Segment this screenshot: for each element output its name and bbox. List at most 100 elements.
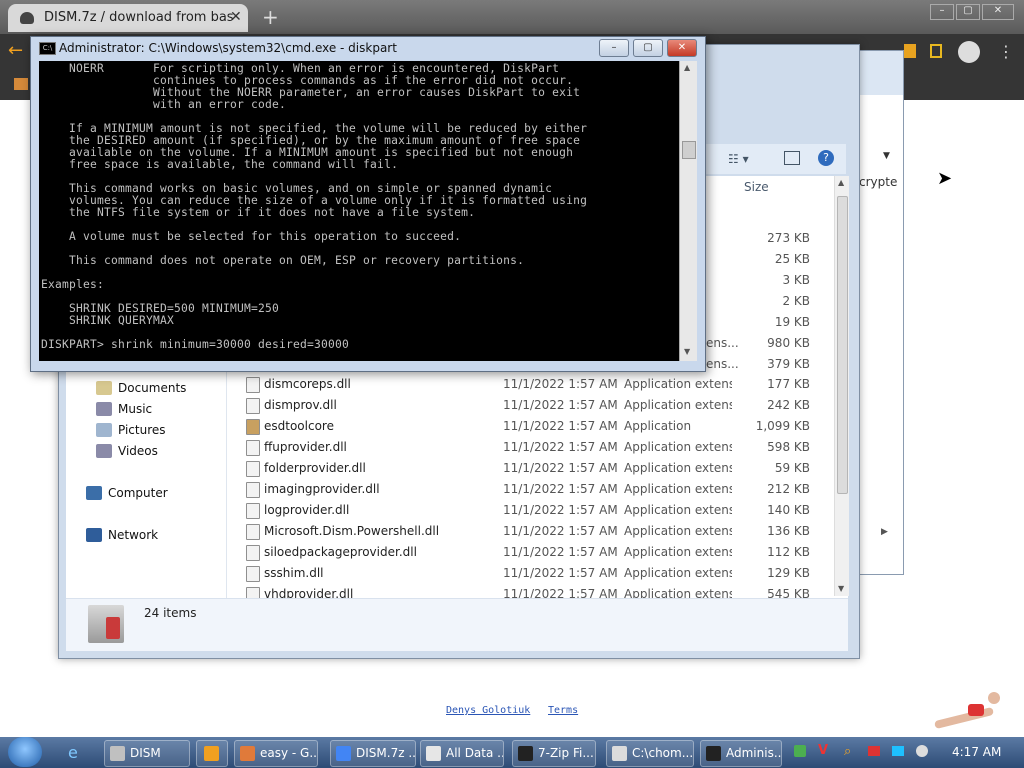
file-name: folderprovider.dll: [264, 461, 366, 475]
nav-item-label: Computer: [108, 486, 168, 500]
author-link[interactable]: Denys Golotiuk: [446, 705, 530, 716]
taskbar-button[interactable]: easy - G...: [234, 740, 318, 767]
nav-item-documents[interactable]: Documents: [96, 378, 186, 398]
preview-pane-icon[interactable]: [784, 151, 800, 165]
column-header-crypte[interactable]: crypte: [859, 175, 897, 189]
file-type: Application extens...: [624, 587, 732, 598]
file-type-cell: ens...: [706, 357, 739, 371]
minimize-window-icon[interactable]: –: [930, 4, 954, 20]
nav-item-pictures[interactable]: Pictures: [96, 420, 166, 440]
file-row[interactable]: vhdprovider.dll 11/1/2022 1:57 AM Applicat…: [240, 584, 830, 598]
console-scroll-down-icon[interactable]: ▼: [684, 347, 690, 356]
view-options-icon[interactable]: ☷ ▾: [728, 152, 749, 166]
file-name: esdtoolcore: [264, 419, 334, 433]
scrollbar-thumb[interactable]: [837, 196, 848, 494]
file-icon: [246, 377, 260, 393]
tray-volume-icon[interactable]: [916, 745, 928, 757]
bookmark-icon[interactable]: [14, 78, 28, 90]
column-header-size[interactable]: Size: [744, 180, 769, 194]
nav-item-music[interactable]: Music: [96, 399, 152, 419]
column-header-row: Size: [704, 176, 836, 199]
file-name: imagingprovider.dll: [264, 482, 380, 496]
taskbar-button[interactable]: Adminis...: [700, 740, 782, 767]
documents-icon: [96, 381, 112, 395]
file-row[interactable]: ssshim.dll 11/1/2022 1:57 AM Application e…: [240, 563, 830, 584]
taskbar-button[interactable]: All Data ...: [420, 740, 504, 767]
taskbar-app-icon: [518, 746, 533, 761]
tray-v-icon[interactable]: V: [818, 743, 828, 758]
taskbar-button[interactable]: DISM: [104, 740, 190, 767]
vertical-scrollbar[interactable]: ▲ ▼: [834, 176, 849, 596]
taskbar-button[interactable]: 7-Zip Fi...: [512, 740, 596, 767]
file-size-cell: 379 KB: [767, 357, 810, 371]
tray-display-icon[interactable]: [892, 746, 904, 756]
file-row[interactable]: logprovider.dll 11/1/2022 1:57 AM Applicat…: [240, 500, 830, 521]
console-scroll-up-icon[interactable]: ▲: [684, 63, 690, 72]
new-tab-button[interactable]: +: [262, 5, 279, 29]
help-icon[interactable]: ?: [818, 150, 834, 166]
nav-item-label: Pictures: [118, 423, 166, 437]
file-row[interactable]: siloedpackageprovider.dll 11/1/2022 1:57 …: [240, 542, 830, 563]
taskbar-button[interactable]: DISM.7z ...: [330, 740, 416, 767]
file-row[interactable]: esdtoolcore 11/1/2022 1:57 AM Application 1…: [240, 416, 830, 437]
console-output[interactable]: NOERR For scripting only. When an error …: [39, 61, 679, 361]
file-row[interactable]: dismcoreps.dll 11/1/2022 1:57 AM Applicati…: [240, 374, 830, 395]
file-icon: [246, 566, 260, 582]
extension-icon[interactable]: [904, 44, 916, 58]
taskbar-media-player[interactable]: [196, 740, 228, 767]
clock[interactable]: 4:17 AM: [952, 745, 1001, 759]
nav-item-computer[interactable]: Computer: [86, 483, 168, 503]
file-type: Application extens...: [624, 461, 732, 475]
cmd-minimize-button[interactable]: –: [599, 39, 629, 57]
browser-tab[interactable]: DISM.7z / download from bashu ✕: [8, 4, 248, 32]
dropdown-icon[interactable]: ▼: [883, 151, 890, 161]
taskbar-app-icon: [336, 746, 351, 761]
profile-avatar-icon[interactable]: [958, 41, 980, 63]
file-size-cell: 19 KB: [774, 315, 810, 329]
tray-search-icon[interactable]: ⌕: [844, 744, 851, 759]
file-row[interactable]: dismprov.dll 11/1/2022 1:57 AM Application…: [240, 395, 830, 416]
cmd-close-button[interactable]: ✕: [667, 39, 697, 57]
taskbar-button[interactable]: C:\chom...: [606, 740, 694, 767]
file-size-cell: 980 KB: [767, 336, 810, 350]
scroll-right-icon[interactable]: ▶: [881, 527, 888, 537]
scroll-down-icon[interactable]: ▼: [838, 584, 844, 593]
tray-flag-icon[interactable]: [868, 746, 880, 756]
maximize-window-icon[interactable]: ▢: [956, 4, 980, 20]
file-name: ssshim.dll: [264, 566, 324, 580]
cmd-maximize-button[interactable]: ▢: [633, 39, 663, 57]
cmd-app-icon: C:\: [39, 42, 56, 55]
close-window-icon[interactable]: ✕: [982, 4, 1014, 20]
file-row[interactable]: Microsoft.Dism.Powershell.dll 11/1/2022 1…: [240, 521, 830, 542]
tray-network-icon[interactable]: [794, 745, 806, 757]
nav-item-videos[interactable]: Videos: [96, 441, 158, 461]
file-size: 136 KB: [767, 524, 810, 538]
file-size: 1,099 KB: [755, 419, 810, 433]
taskbar-app-icon: [612, 746, 627, 761]
console-scrollbar[interactable]: ▲ ▼: [679, 61, 697, 361]
file-type: Application: [624, 419, 692, 433]
nav-item-network[interactable]: Network: [86, 525, 158, 545]
back-arrow-icon[interactable]: ←: [8, 40, 23, 61]
status-bar: 24 items: [66, 598, 848, 651]
file-type: Application extens...: [624, 503, 732, 517]
file-size: 112 KB: [767, 545, 810, 559]
nav-item-label: Documents: [118, 381, 187, 395]
file-row[interactable]: ffuprovider.dll 11/1/2022 1:57 AM Applicat…: [240, 437, 830, 458]
start-button[interactable]: [8, 737, 42, 767]
file-date: 11/1/2022 1:57 AM: [503, 566, 618, 580]
menu-kebab-icon[interactable]: ⋮: [998, 42, 1014, 61]
tab-close-icon[interactable]: ✕: [230, 9, 242, 25]
console-scroll-thumb[interactable]: [682, 141, 696, 159]
scroll-up-icon[interactable]: ▲: [838, 178, 844, 187]
file-row[interactable]: folderprovider.dll 11/1/2022 1:57 AM Appli…: [240, 458, 830, 479]
file-icon: [246, 503, 260, 519]
ie-icon[interactable]: e: [68, 743, 78, 762]
browser-tab-strip: DISM.7z / download from bashu ✕ + – ▢ ✕: [0, 0, 1024, 34]
sidebar-icon[interactable]: [930, 44, 942, 58]
terms-link[interactable]: Terms: [548, 705, 578, 716]
tab-favicon-icon: [20, 12, 34, 24]
file-row[interactable]: imagingprovider.dll 11/1/2022 1:57 AM Appl…: [240, 479, 830, 500]
file-icon: [246, 461, 260, 477]
taskbar-button-label: DISM.7z ...: [356, 746, 416, 760]
